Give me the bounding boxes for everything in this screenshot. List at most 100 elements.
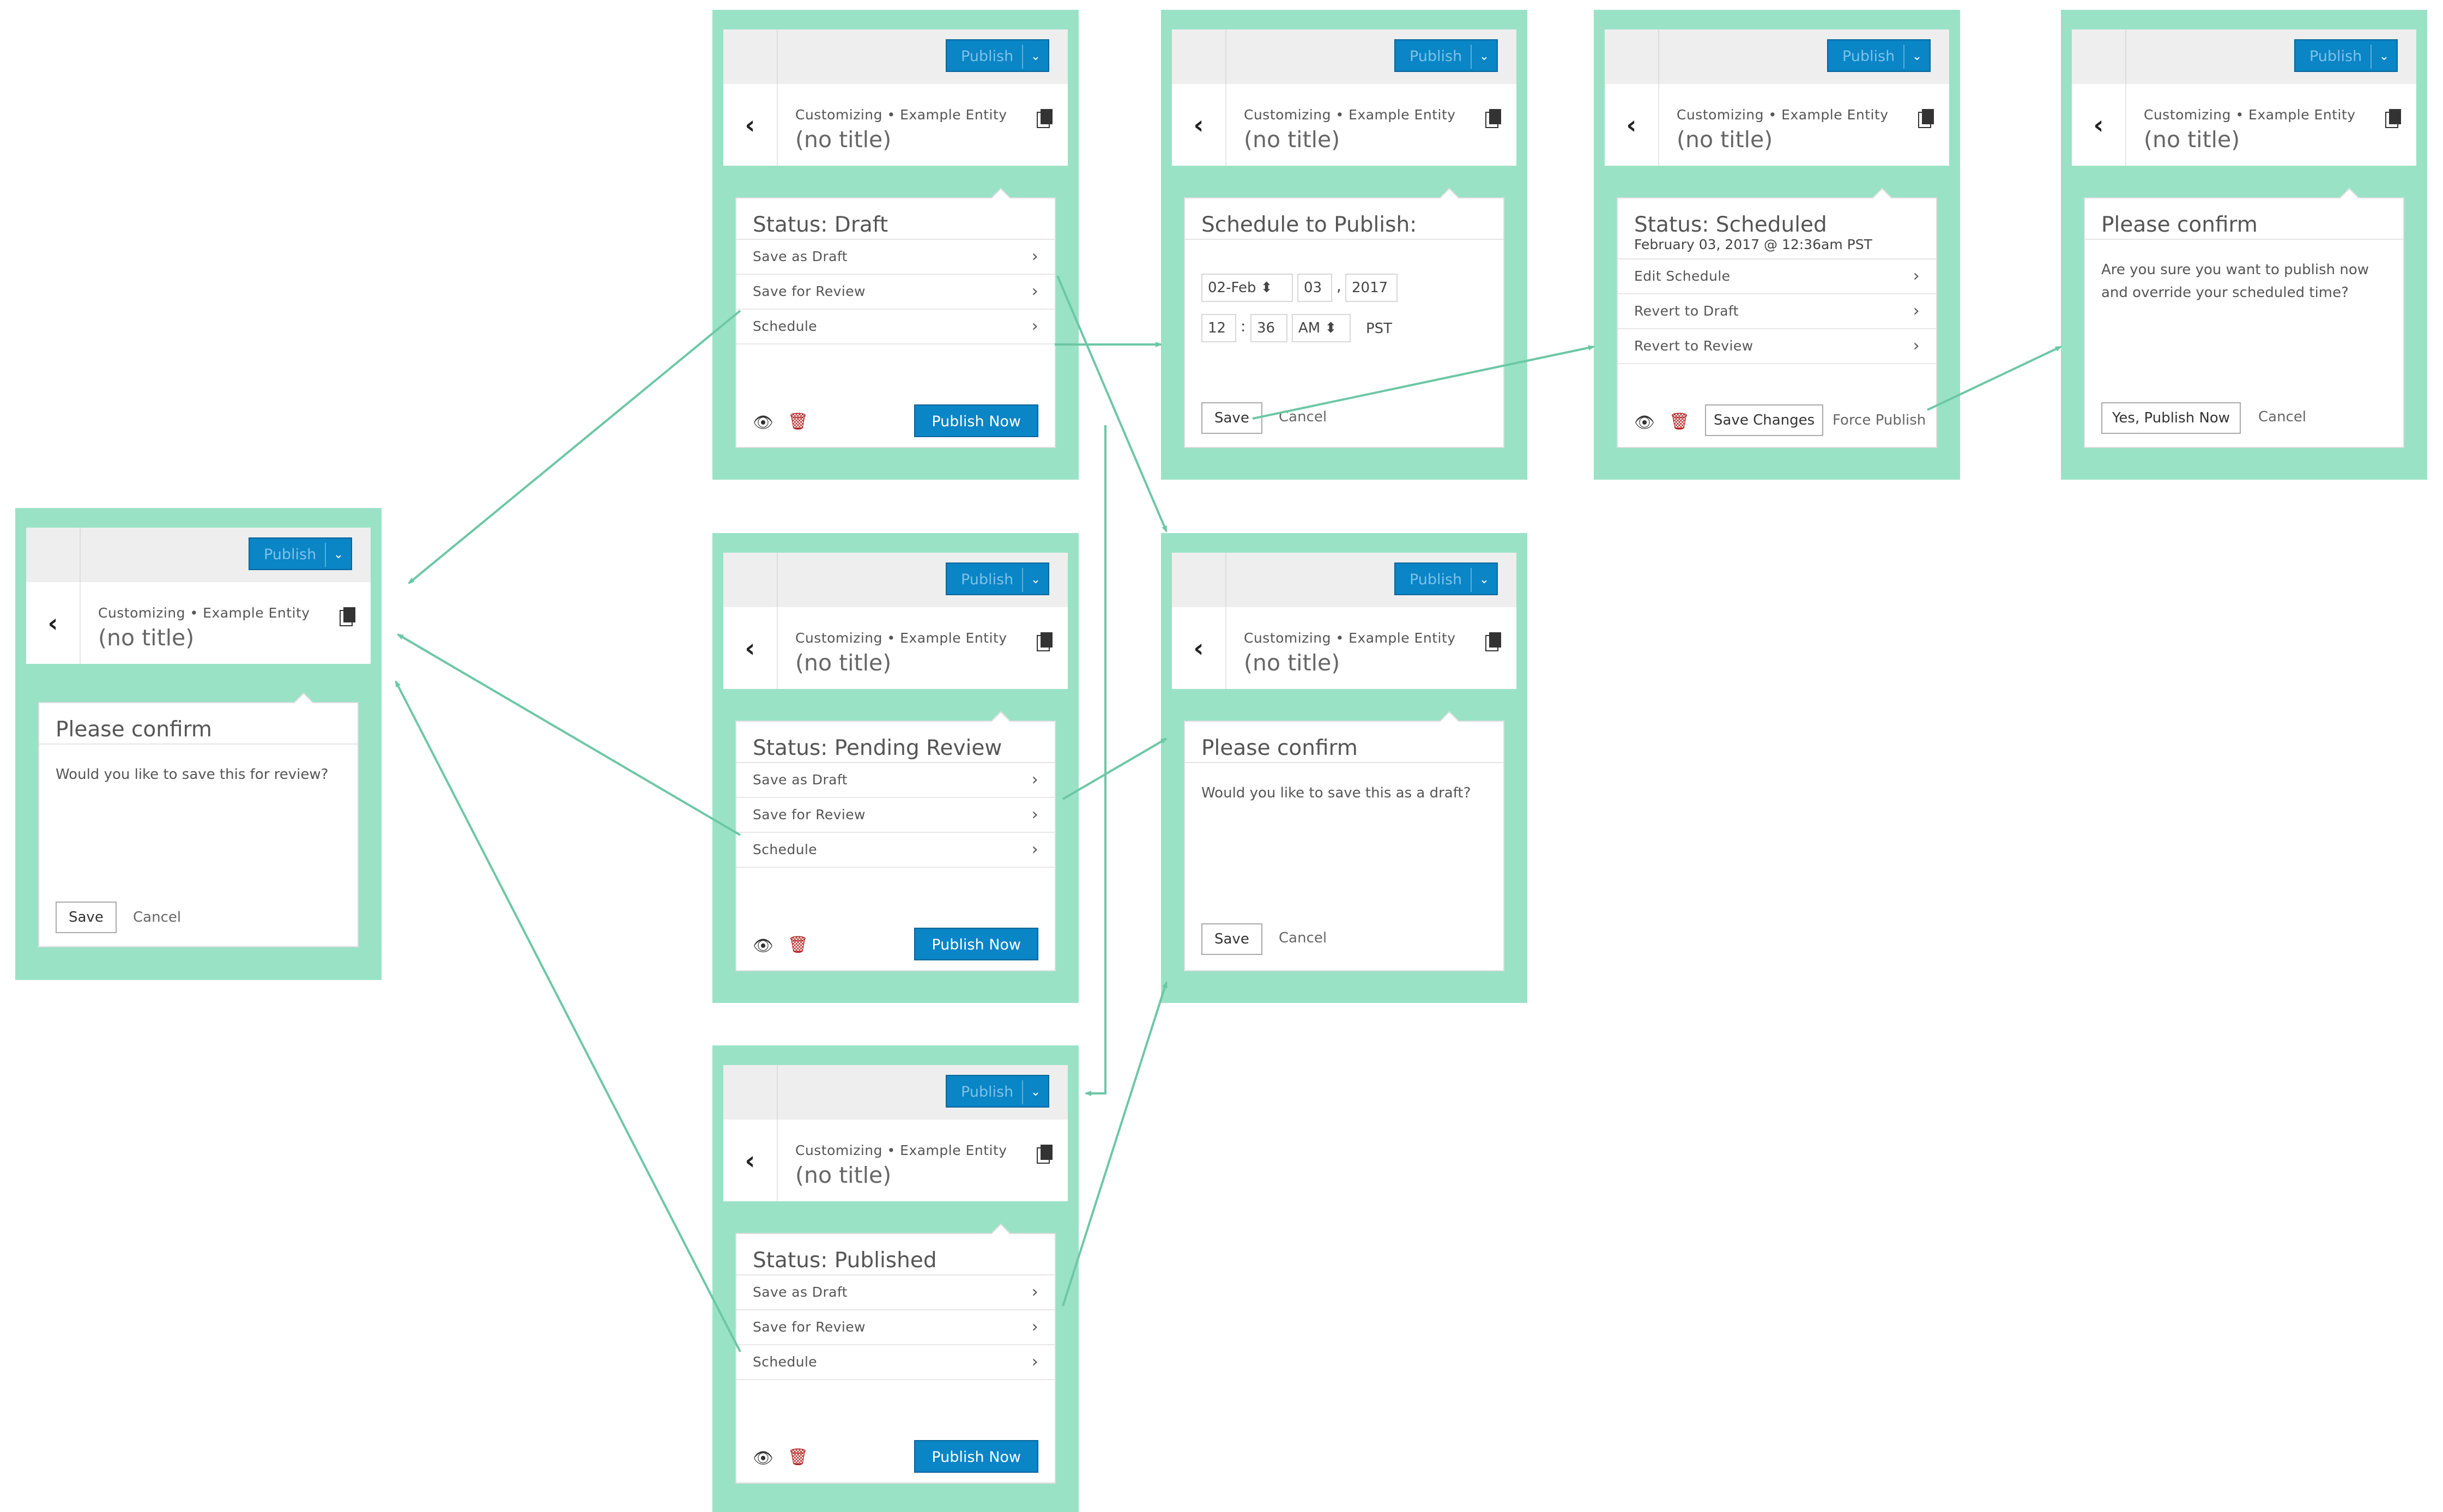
minute-input[interactable]: 36	[1250, 314, 1287, 342]
chevron-down-icon[interactable]: ⌄	[325, 543, 351, 567]
back-icon[interactable]: ‹	[26, 582, 81, 664]
yes-publish-now-button[interactable]: Yes, Publish Now	[2101, 402, 2241, 434]
copy-icon[interactable]	[2389, 109, 2401, 124]
time-colon: :	[1241, 317, 1246, 335]
cancel-link[interactable]: Cancel	[1279, 409, 1327, 425]
force-publish-link[interactable]: Force Publish	[1833, 412, 1926, 428]
breadcrumb: Customizing • Example Entity	[1244, 630, 1456, 646]
timezone-label: PST	[1366, 320, 1393, 337]
save-changes-button[interactable]: Save Changes	[1705, 404, 1824, 436]
top-bar: Publish ⌄	[1172, 553, 1516, 607]
post-title: (no title)	[795, 1162, 892, 1188]
back-icon[interactable]: ‹	[723, 607, 778, 689]
cancel-link[interactable]: Cancel	[133, 909, 181, 926]
back-icon[interactable]: ‹	[2072, 84, 2126, 166]
card-footer: 👁 🗑 Publish Now	[736, 392, 1055, 447]
chevron-down-icon[interactable]: ⌄	[1903, 45, 1930, 69]
trash-icon[interactable]: 🗑	[788, 1448, 808, 1467]
publish-button[interactable]: Publish ⌄	[946, 1075, 1049, 1108]
publish-button[interactable]: Publish ⌄	[1394, 563, 1498, 595]
arrow-vertical-connector	[1085, 425, 1106, 1096]
menu-item-save-for-review[interactable]: Save for Review ›	[736, 798, 1055, 833]
arrow-pending-to-confirm-review	[397, 633, 741, 836]
schedule-card: Schedule to Publish: 02-Feb ⬍ 03 , 2017 …	[1184, 188, 1504, 448]
chevron-down-icon[interactable]: ⌄	[1022, 1080, 1048, 1104]
menu-item-revert-to-draft[interactable]: Revert to Draft ›	[1618, 294, 1936, 329]
save-button[interactable]: Save	[1201, 402, 1262, 434]
cancel-link[interactable]: Cancel	[2258, 409, 2306, 425]
chevron-right-icon: ›	[1913, 336, 1920, 355]
card-title: Status: Draft	[736, 198, 1055, 240]
publish-button[interactable]: Publish ⌄	[1394, 39, 1498, 72]
eye-icon[interactable]: 👁	[1634, 413, 1655, 432]
save-button[interactable]: Save	[56, 902, 117, 933]
back-icon[interactable]: ‹	[1172, 607, 1226, 689]
confirm-review-panel: Publish ⌄ ‹ Customizing • Example Entity …	[15, 508, 382, 980]
month-select[interactable]: 02-Feb ⬍	[1201, 274, 1293, 302]
chevron-down-icon[interactable]: ⌄	[2371, 45, 2397, 69]
back-icon[interactable]: ‹	[1605, 84, 1659, 166]
ampm-select[interactable]: AM ⬍	[1292, 314, 1351, 342]
publish-button[interactable]: Publish ⌄	[249, 537, 352, 570]
copy-icon[interactable]	[1041, 1145, 1053, 1160]
publish-button[interactable]: Publish ⌄	[1827, 39, 1931, 72]
chevron-down-icon[interactable]: ⌄	[1022, 568, 1048, 592]
trash-icon[interactable]: 🗑	[788, 935, 808, 954]
status-card: Status: Published Save as Draft › Save fo…	[735, 1223, 1056, 1484]
arrow-draft-to-confirm-review	[408, 310, 741, 584]
trash-icon[interactable]: 🗑	[788, 412, 808, 431]
menu-item-save-as-draft[interactable]: Save as Draft ›	[736, 1275, 1055, 1310]
top-bar: Publish ⌄	[723, 1065, 1068, 1120]
status-card: Status: Pending Review Save as Draft › Sa…	[735, 711, 1056, 971]
menu-item-schedule[interactable]: Schedule ›	[736, 833, 1055, 868]
publish-now-button[interactable]: Publish Now	[914, 404, 1038, 437]
status-published-panel: Publish ⌄ ‹ Customizing • Example Entity …	[712, 1045, 1079, 1512]
post-title: (no title)	[1244, 650, 1340, 676]
confirm-card: Please confirm Would you like to save th…	[38, 692, 359, 947]
copy-icon[interactable]	[1041, 109, 1053, 124]
panel-header: ‹ Customizing • Example Entity (no title…	[1172, 607, 1516, 689]
breadcrumb: Customizing • Example Entity	[98, 605, 310, 621]
menu-item-save-for-review[interactable]: Save for Review ›	[736, 275, 1055, 310]
copy-icon[interactable]	[343, 607, 355, 622]
hour-input[interactable]: 12	[1201, 314, 1236, 342]
chevron-down-icon[interactable]: ⌄	[1471, 45, 1497, 69]
cancel-link[interactable]: Cancel	[1279, 930, 1327, 946]
day-input[interactable]: 03	[1297, 274, 1332, 302]
publish-now-button[interactable]: Publish Now	[914, 928, 1038, 960]
back-icon[interactable]: ‹	[1172, 84, 1226, 166]
menu-item-save-as-draft[interactable]: Save as Draft ›	[736, 763, 1055, 798]
status-menu: Edit Schedule › Revert to Draft › Revert t…	[1618, 259, 1936, 364]
trash-icon[interactable]: 🗑	[1669, 412, 1690, 431]
chevron-down-icon[interactable]: ⌄	[1022, 45, 1048, 69]
menu-item-schedule[interactable]: Schedule ›	[736, 310, 1055, 344]
publish-button[interactable]: Publish ⌄	[2294, 39, 2398, 72]
eye-icon[interactable]: 👁	[753, 413, 773, 432]
menu-item-save-as-draft[interactable]: Save as Draft ›	[736, 240, 1055, 275]
chevron-right-icon: ›	[1031, 840, 1038, 859]
top-bar: Publish ⌄	[723, 553, 1068, 607]
menu-item-save-for-review[interactable]: Save for Review ›	[736, 1310, 1055, 1345]
copy-icon[interactable]	[1489, 109, 1501, 124]
eye-icon[interactable]: 👁	[753, 1449, 773, 1468]
eye-icon[interactable]: 👁	[753, 936, 773, 955]
copy-icon[interactable]	[1489, 632, 1501, 648]
menu-item-edit-schedule[interactable]: Edit Schedule ›	[1618, 259, 1936, 294]
publish-button[interactable]: Publish ⌄	[946, 39, 1049, 72]
copy-icon[interactable]	[1922, 109, 1934, 124]
back-icon[interactable]: ‹	[723, 84, 778, 166]
confirm-message: Would you like to save this for review?	[56, 766, 329, 783]
card-title: Schedule to Publish:	[1185, 198, 1503, 240]
menu-item-revert-to-review[interactable]: Revert to Review ›	[1618, 329, 1936, 364]
chevron-down-icon[interactable]: ⌄	[1471, 568, 1497, 592]
publish-button[interactable]: Publish ⌄	[946, 563, 1049, 595]
back-icon[interactable]: ‹	[723, 1120, 778, 1201]
save-button[interactable]: Save	[1201, 923, 1262, 955]
card-footer: 👁 🗑 Publish Now	[736, 916, 1055, 970]
chevron-right-icon: ›	[1031, 1317, 1038, 1336]
copy-icon[interactable]	[1041, 632, 1053, 648]
menu-item-schedule[interactable]: Schedule ›	[736, 1345, 1055, 1380]
card-footer: 👁 🗑 Publish Now	[736, 1428, 1055, 1483]
publish-now-button[interactable]: Publish Now	[914, 1440, 1038, 1473]
year-input[interactable]: 2017	[1345, 274, 1398, 302]
